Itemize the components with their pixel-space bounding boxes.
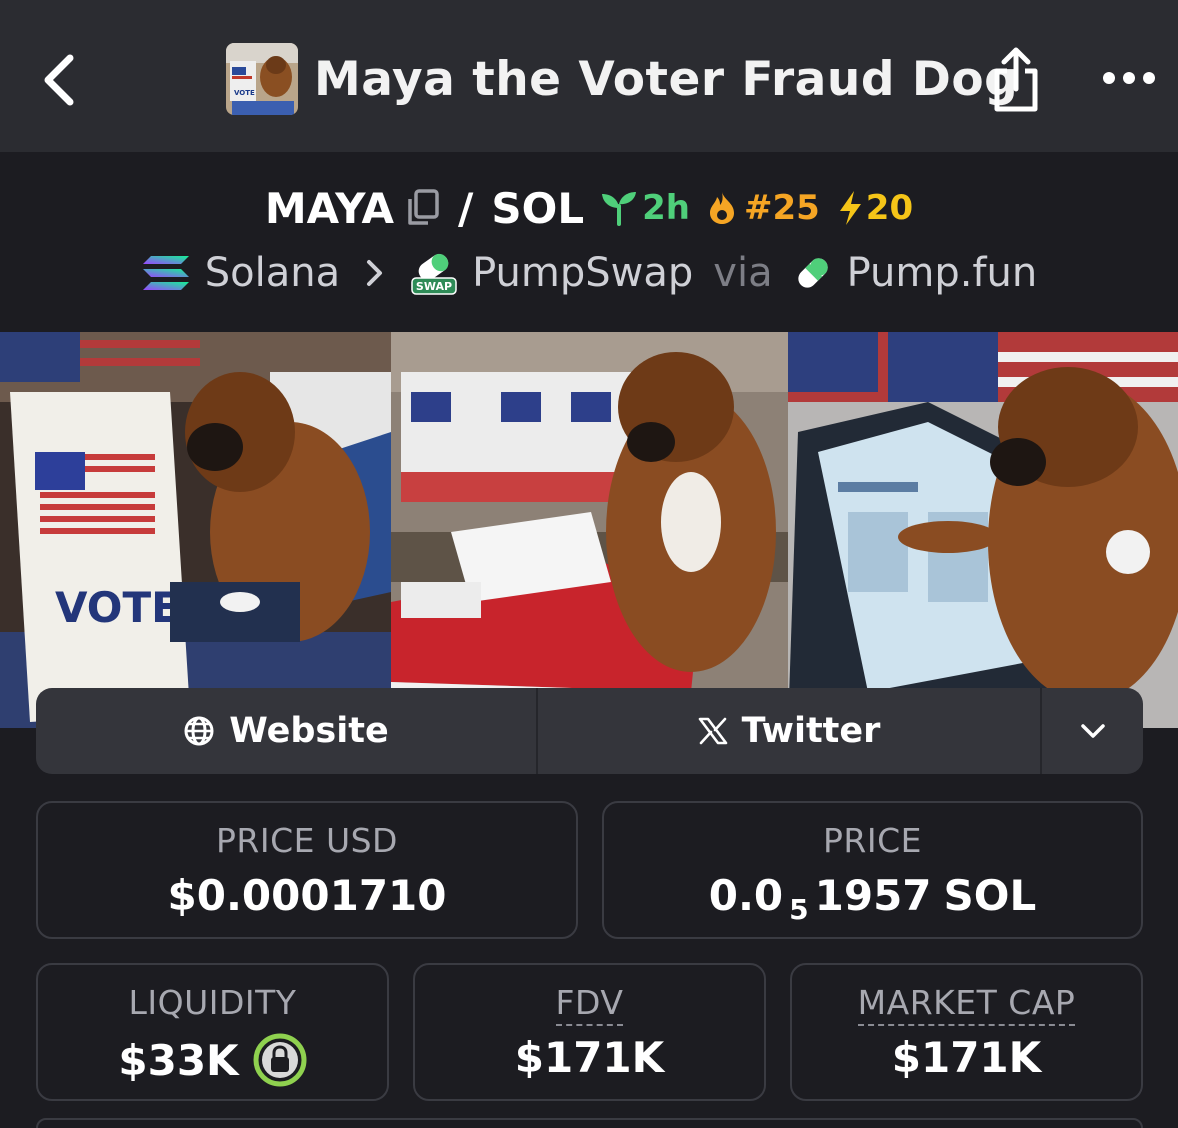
chain-breadcrumb: Solana SWAP PumpSwap via Pump.fun	[0, 242, 1178, 304]
price-native-card: PRICE 0.0 5 1957 SOL	[602, 801, 1143, 939]
solana-icon	[142, 256, 189, 290]
lightning-icon	[839, 191, 861, 225]
liquidity-value: $33K	[118, 1035, 239, 1085]
price-usd-value: $0.0001710	[167, 871, 447, 920]
market-cap-value: $171K	[891, 1033, 1042, 1082]
pair-header: MAYA / SOL 2h #25 20 Solana SWAP PumpSwa…	[0, 152, 1178, 332]
page-title: Maya the Voter Fraud Dog	[314, 52, 1019, 107]
x-logo-icon	[698, 717, 727, 745]
price-native-label: PRICE	[823, 821, 922, 860]
more-links-dropdown[interactable]	[1042, 688, 1143, 774]
chevron-left-icon	[44, 54, 74, 106]
banner-vote-sign: VOTE	[55, 583, 180, 632]
boosts-badge: 20	[836, 188, 913, 228]
banner-panel-ballot-box	[391, 332, 788, 728]
pair-age-badge: 2h	[600, 188, 690, 228]
more-options-button[interactable]	[1096, 56, 1162, 100]
price-native-value: 0.0 5 1957 SOL	[604, 871, 1141, 926]
twitter-label: Twitter	[741, 711, 881, 751]
boosts-count: 20	[865, 188, 914, 228]
liquidity-value-row: $33K	[38, 1033, 387, 1087]
base-token-symbol: MAYA	[264, 183, 395, 233]
twitter-button[interactable]: Twitter	[538, 688, 1042, 774]
price-unit: SOL	[943, 871, 1037, 920]
pumpswap-icon: SWAP	[411, 253, 457, 295]
market-cap-card: MARKET CAP $171K	[790, 963, 1143, 1101]
price-digits: 1957	[814, 871, 932, 920]
lock-icon[interactable]	[253, 1033, 307, 1087]
back-button[interactable]	[28, 44, 92, 116]
more-horizontal-icon	[1103, 72, 1155, 84]
market-cap-label: MARKET CAP	[857, 983, 1076, 1026]
globe-icon	[184, 716, 214, 746]
social-links-bar: Website Twitter	[36, 688, 1143, 774]
next-card-edge	[36, 1118, 1143, 1128]
website-label: Website	[229, 711, 389, 751]
share-icon	[994, 47, 1038, 112]
trending-rank-badge: #25	[706, 188, 820, 228]
fdv-label-wrap[interactable]: FDV	[415, 983, 764, 1026]
chevron-right-icon	[367, 260, 383, 286]
liquidity-card: LIQUIDITY $33K	[36, 963, 389, 1101]
flame-icon	[709, 192, 734, 224]
price-usd-label: PRICE USD	[216, 821, 398, 860]
fdv-label: FDV	[555, 983, 624, 1026]
price-usd-card: PRICE USD $0.0001710	[36, 801, 578, 939]
dex-name[interactable]: PumpSwap	[472, 250, 693, 296]
fdv-value: $171K	[514, 1033, 665, 1082]
pair-separator: /	[458, 183, 474, 233]
chevron-down-icon	[1080, 724, 1105, 738]
token-banner-image: VOTE	[0, 332, 1178, 728]
market-cap-label-wrap[interactable]: MARKET CAP	[792, 983, 1141, 1026]
via-label: via	[713, 250, 773, 296]
top-app-bar: VOTE Maya the Voter Fraud Dog	[0, 0, 1178, 152]
pair-title-row: MAYA / SOL 2h #25 20	[0, 178, 1178, 238]
svg-text:SWAP: SWAP	[416, 280, 452, 293]
launchpad-name[interactable]: Pump.fun	[847, 250, 1038, 296]
pumpfun-pill-icon	[797, 258, 828, 288]
liquidity-label: LIQUIDITY	[128, 983, 297, 1022]
svg-text:VOTE: VOTE	[234, 89, 255, 97]
chain-name[interactable]: Solana	[205, 250, 340, 296]
copy-icon[interactable]	[404, 188, 440, 228]
banner-panel-voting-booth: VOTE	[0, 332, 391, 728]
fdv-card: FDV $171K	[413, 963, 766, 1101]
quote-token-symbol: SOL	[491, 183, 585, 233]
website-button[interactable]: Website	[36, 688, 538, 774]
token-avatar: VOTE	[226, 43, 298, 115]
share-button[interactable]	[984, 42, 1048, 118]
banner-panel-voting-machine	[788, 332, 1178, 728]
pair-age-text: 2h	[642, 188, 690, 228]
price-prefix: 0.0	[708, 871, 784, 920]
sprout-icon	[602, 192, 637, 226]
trending-rank-text: #25	[743, 188, 820, 228]
price-zero-count: 5	[789, 893, 809, 926]
